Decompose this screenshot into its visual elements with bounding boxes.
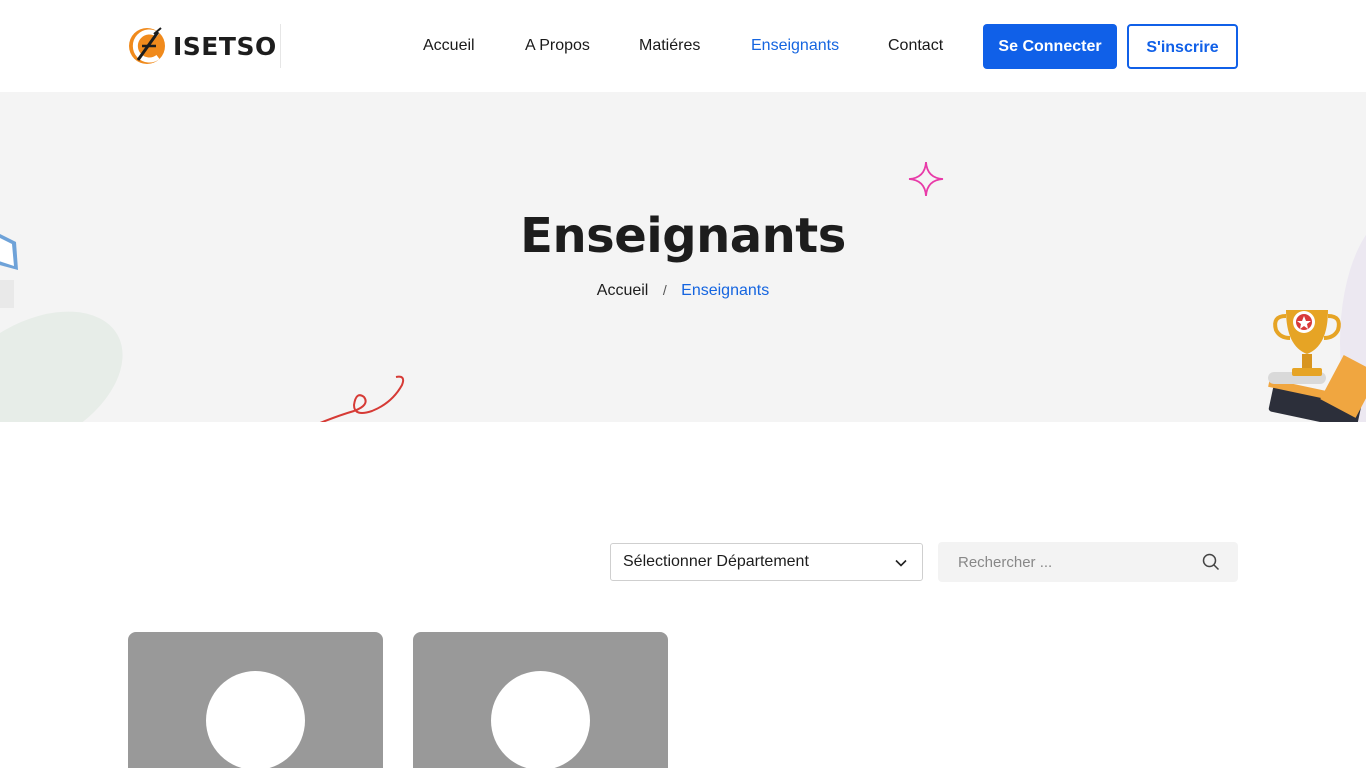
- department-select-value: Sélectionner Département: [623, 553, 809, 570]
- breadcrumb-home-link[interactable]: Accueil: [597, 282, 649, 299]
- search-icon[interactable]: [1202, 553, 1220, 576]
- teacher-avatar: [491, 671, 590, 768]
- header-divider: [280, 24, 281, 68]
- search-box: [938, 542, 1238, 582]
- signup-button[interactable]: S'inscrire: [1127, 24, 1238, 69]
- login-button[interactable]: Se Connecter: [983, 24, 1117, 69]
- breadcrumb-current: Enseignants: [681, 282, 770, 299]
- site-logo[interactable]: ISETSO: [128, 24, 278, 68]
- squiggle-icon: [318, 371, 410, 422]
- teacher-avatar: [206, 671, 305, 768]
- isetso-logo-icon: [128, 26, 168, 66]
- page-title: Enseignants: [520, 208, 846, 264]
- site-header: ISETSO Accueil A Propos Matiéres Enseign…: [0, 0, 1366, 92]
- sparkle-icon: [908, 161, 944, 202]
- nav-item-contact[interactable]: Contact: [888, 34, 943, 58]
- logo-text: ISETSO: [173, 31, 277, 61]
- department-select[interactable]: Sélectionner Département: [610, 543, 923, 581]
- teacher-card[interactable]: [128, 632, 383, 768]
- chevron-down-icon: [894, 556, 908, 575]
- nav-item-matieres[interactable]: Matiéres: [639, 34, 700, 58]
- page-hero: Enseignants Accueil / Enseignants: [0, 92, 1366, 422]
- nav-item-accueil[interactable]: Accueil: [423, 34, 475, 58]
- search-input[interactable]: [938, 542, 1188, 582]
- breadcrumb: Accueil / Enseignants: [0, 282, 1366, 300]
- teacher-card[interactable]: [413, 632, 668, 768]
- nav-item-enseignants[interactable]: Enseignants: [751, 34, 839, 58]
- trophy-illustration-icon: [1262, 302, 1366, 422]
- breadcrumb-separator: /: [662, 282, 667, 298]
- nav-item-a-propos[interactable]: A Propos: [525, 34, 590, 58]
